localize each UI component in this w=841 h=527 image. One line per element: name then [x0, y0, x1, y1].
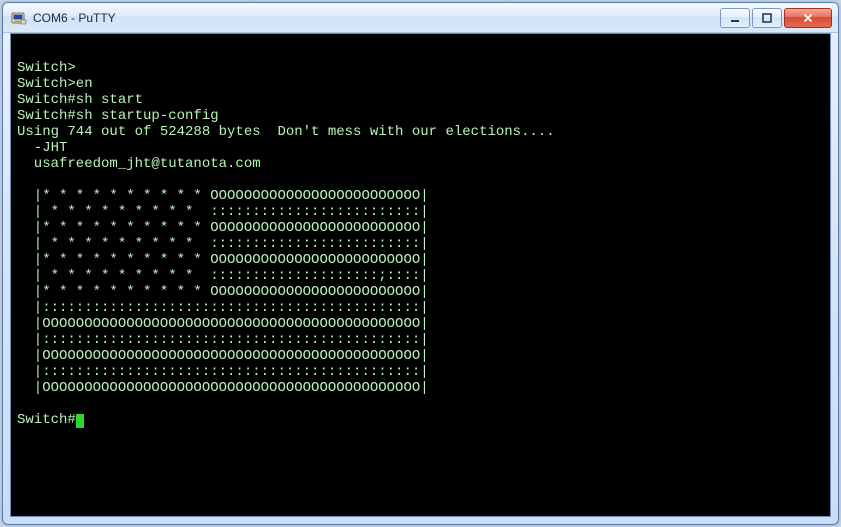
terminal-prompt: Switch# — [17, 412, 76, 428]
maximize-button[interactable] — [752, 8, 782, 28]
close-button[interactable] — [784, 8, 832, 28]
window-controls — [720, 8, 832, 28]
minimize-button[interactable] — [720, 8, 750, 28]
terminal-area[interactable]: Switch> Switch>en Switch#sh start Switch… — [10, 33, 831, 517]
window-title: COM6 - PuTTY — [33, 11, 720, 25]
titlebar[interactable]: COM6 - PuTTY — [3, 3, 838, 33]
cursor — [76, 414, 84, 428]
putty-icon — [11, 10, 27, 26]
terminal-output: Switch> Switch>en Switch#sh start Switch… — [17, 44, 824, 428]
putty-window: COM6 - PuTTY Switch> Switch>en Switch#sh… — [2, 2, 839, 525]
